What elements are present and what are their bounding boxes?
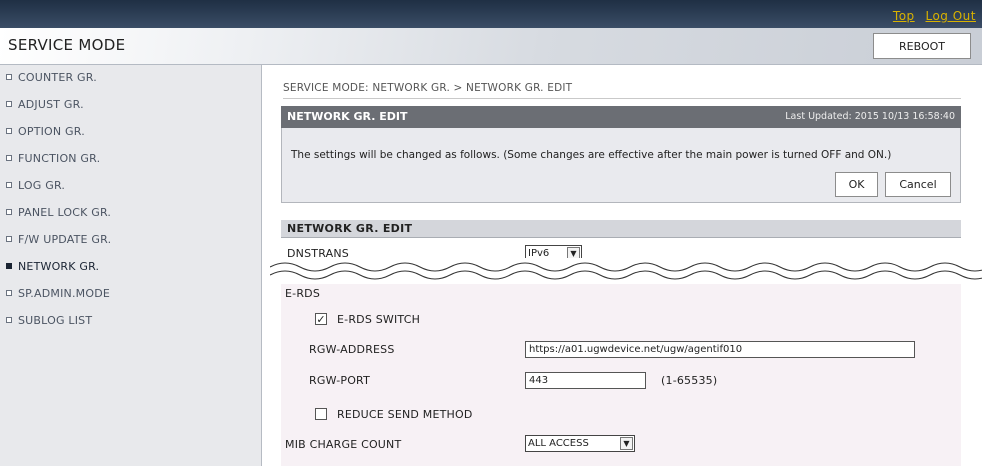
sidebar-item-label: PANEL LOCK GR.	[18, 205, 112, 219]
confirm-box: The settings will be changed as follows.…	[281, 128, 961, 203]
erds-switch-checkbox[interactable]: ✓	[315, 313, 327, 325]
sidebar-item-label: F/W UPDATE GR.	[18, 232, 112, 246]
section-title: NETWORK GR. EDIT	[287, 222, 413, 235]
sidebar-item-network[interactable]: NETWORK GR.	[6, 257, 99, 275]
sidebar-item-label: OPTION GR.	[18, 124, 85, 138]
sidebar-item-label: COUNTER GR.	[18, 70, 97, 84]
bullet-icon	[6, 155, 12, 161]
reduce-send-label: REDUCE SEND METHOD	[337, 408, 473, 421]
logout-link[interactable]: Log Out	[925, 9, 976, 23]
rgw-port-input[interactable]: 443	[525, 372, 646, 389]
breadcrumb: SERVICE MODE: NETWORK GR. > NETWORK GR. …	[283, 82, 573, 94]
mib-charge-label: MIB CHARGE COUNT	[285, 438, 402, 451]
rgw-address-label: RGW-ADDRESS	[309, 343, 395, 356]
sidebar-item-label: LOG GR.	[18, 178, 66, 192]
bullet-icon	[6, 182, 12, 188]
mib-charge-select[interactable]: ALL ACCESS ▼	[525, 435, 635, 452]
erds-switch-label: E-RDS SWITCH	[337, 313, 421, 326]
port-range-hint: (1-65535)	[661, 374, 718, 387]
section-header: NETWORK GR. EDIT	[281, 220, 961, 238]
sidebar-item-label: SUBLOG LIST	[18, 313, 93, 327]
sidebar-item-label: SP.ADMIN.MODE	[18, 286, 111, 300]
bullet-icon	[6, 290, 12, 296]
sidebar-item-sp-admin[interactable]: SP.ADMIN.MODE	[6, 284, 110, 302]
sidebar-item-label: ADJUST GR.	[18, 97, 84, 111]
sidebar-item-label: NETWORK GR.	[18, 259, 100, 273]
wavy-break-divider	[270, 258, 982, 284]
last-updated: Last Updated: 2015 10/13 16:58:40	[785, 111, 955, 122]
bullet-icon	[6, 74, 12, 80]
bullet-icon	[6, 209, 12, 215]
reboot-button[interactable]: REBOOT	[873, 33, 971, 59]
top-bar: Top Log Out	[0, 0, 982, 28]
sidebar-item-log[interactable]: LOG GR.	[6, 176, 65, 194]
rgw-port-label: RGW-PORT	[309, 374, 371, 387]
sidebar: COUNTER GR. ADJUST GR. OPTION GR. FUNCTI…	[0, 65, 262, 466]
divider	[283, 98, 961, 99]
sidebar-item-sublog[interactable]: SUBLOG LIST	[6, 311, 92, 329]
sidebar-item-adjust[interactable]: ADJUST GR.	[6, 95, 84, 113]
bullet-icon	[6, 317, 12, 323]
top-links: Top Log Out	[886, 9, 976, 23]
erds-label: E-RDS	[285, 287, 321, 300]
sidebar-item-panel-lock[interactable]: PANEL LOCK GR.	[6, 203, 111, 221]
bullet-icon	[6, 236, 12, 242]
edit-panel-header: NETWORK GR. EDIT Last Updated: 2015 10/1…	[281, 106, 961, 128]
ok-button[interactable]: OK	[835, 172, 878, 197]
sidebar-item-counter[interactable]: COUNTER GR.	[6, 68, 97, 86]
mib-charge-value: ALL ACCESS	[528, 438, 589, 449]
bullet-icon	[6, 101, 12, 107]
reduce-send-checkbox[interactable]	[315, 408, 327, 420]
sidebar-item-label: FUNCTION GR.	[18, 151, 101, 165]
bullet-icon	[6, 128, 12, 134]
sidebar-item-function[interactable]: FUNCTION GR.	[6, 149, 100, 167]
top-link[interactable]: Top	[893, 9, 915, 23]
app-title: SERVICE MODE	[8, 36, 126, 54]
chevron-down-icon: ▼	[620, 437, 633, 450]
cancel-button[interactable]: Cancel	[885, 172, 951, 197]
sidebar-item-option[interactable]: OPTION GR.	[6, 122, 85, 140]
bullet-icon	[6, 263, 12, 269]
title-bar: SERVICE MODE REBOOT	[0, 28, 982, 65]
sidebar-item-fw-update[interactable]: F/W UPDATE GR.	[6, 230, 111, 248]
confirm-message: The settings will be changed as follows.…	[291, 149, 892, 161]
rgw-address-input[interactable]: https://a01.ugwdevice.net/ugw/agentif010	[525, 341, 915, 358]
edit-panel-title: NETWORK GR. EDIT	[287, 110, 408, 123]
